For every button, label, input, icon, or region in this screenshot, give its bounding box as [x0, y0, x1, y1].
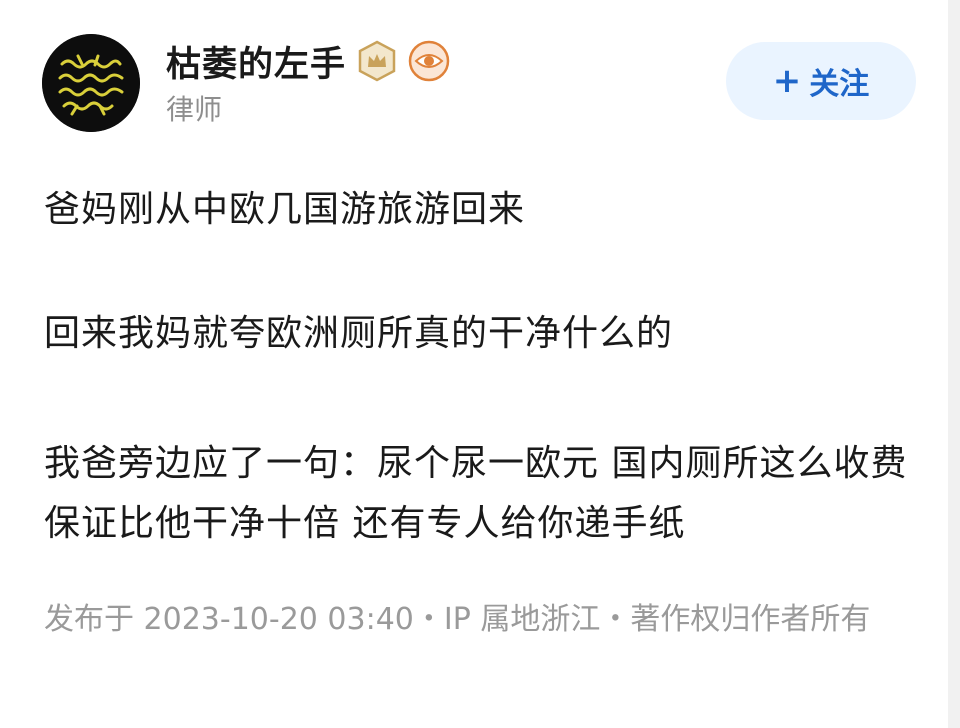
post-paragraph: 爸妈刚从中欧几国游旅游回来	[44, 189, 526, 230]
author-header: 枯萎的左手 律师 + 关注	[0, 0, 960, 150]
post-paragraph: 我爸旁边应了一句：尿个尿一欧元 国内厕所这么收费保证比他干净十倍 还有专人给你递…	[44, 443, 908, 544]
post-meta: 发布于 2023-10-20 03:40・IP 属地浙江・著作权归作者所有	[44, 602, 871, 637]
avatar[interactable]	[42, 34, 140, 132]
post-page: 枯萎的左手 律师 + 关注 爸妈刚从中欧几国游旅游回来 回来我妈就夸欧洲厕所真的…	[0, 0, 960, 728]
plus-icon: +	[772, 61, 802, 101]
crown-badge-icon[interactable]	[356, 40, 398, 82]
scrollbar[interactable]	[948, 0, 960, 728]
author-name-row: 枯萎的左手	[166, 36, 450, 86]
follow-label: 关注	[809, 67, 870, 102]
post-paragraph: 回来我妈就夸欧洲厕所真的干净什么的	[44, 313, 674, 354]
author-name[interactable]: 枯萎的左手	[166, 36, 346, 87]
author-title: 律师	[166, 93, 223, 126]
follow-button[interactable]: + 关注	[726, 42, 916, 120]
eye-badge-icon[interactable]	[408, 40, 450, 82]
avatar-logo-icon	[42, 34, 140, 132]
